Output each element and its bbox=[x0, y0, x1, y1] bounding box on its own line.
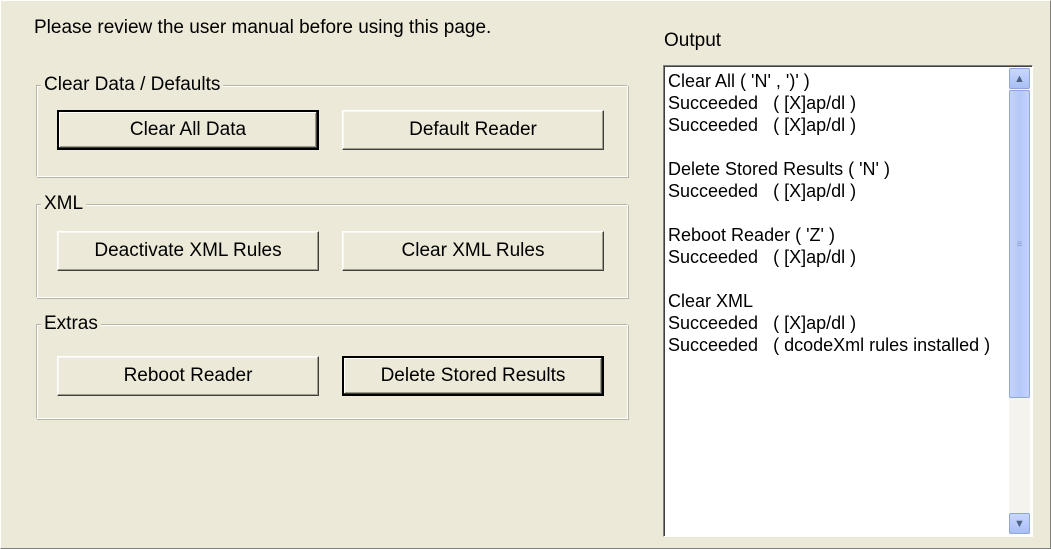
output-log-text: Clear All ( 'N' , ')' ) Succeeded ( [X]a… bbox=[668, 71, 991, 355]
clear-all-data-button[interactable]: Clear All Data bbox=[57, 110, 319, 150]
chevron-up-icon: ▲ bbox=[1014, 72, 1025, 85]
scroll-thumb[interactable]: ≡ bbox=[1009, 90, 1030, 398]
reboot-reader-button[interactable]: Reboot Reader bbox=[57, 356, 319, 396]
clear-xml-rules-button[interactable]: Clear XML Rules bbox=[342, 231, 604, 271]
settings-panel: Please review the user manual before usi… bbox=[0, 0, 1051, 549]
extras-legend: Extras bbox=[41, 313, 101, 335]
default-reader-button[interactable]: Default Reader bbox=[342, 110, 604, 150]
delete-stored-results-button[interactable]: Delete Stored Results bbox=[342, 356, 604, 396]
deactivate-xml-rules-button[interactable]: Deactivate XML Rules bbox=[57, 231, 319, 271]
output-label: Output bbox=[664, 30, 722, 51]
clear-data-legend: Clear Data / Defaults bbox=[41, 74, 224, 96]
grip-icon: ≡ bbox=[1016, 238, 1023, 250]
output-scrollbar[interactable]: ▲ ≡ ▼ bbox=[1009, 68, 1030, 534]
clear-data-group: Clear Data / Defaults Clear All Data Def… bbox=[36, 74, 628, 177]
extras-group: Extras Reboot Reader Delete Stored Resul… bbox=[36, 313, 628, 419]
output-textbox[interactable]: Clear All ( 'N' , ')' ) Succeeded ( [X]a… bbox=[663, 65, 1033, 537]
chevron-down-icon: ▼ bbox=[1014, 517, 1025, 530]
scroll-up-button[interactable]: ▲ bbox=[1009, 68, 1030, 89]
xml-legend: XML bbox=[41, 193, 87, 215]
xml-group: XML Deactivate XML Rules Clear XML Rules bbox=[36, 193, 628, 298]
manual-notice: Please review the user manual before usi… bbox=[34, 17, 492, 38]
scroll-down-button[interactable]: ▼ bbox=[1009, 513, 1030, 534]
